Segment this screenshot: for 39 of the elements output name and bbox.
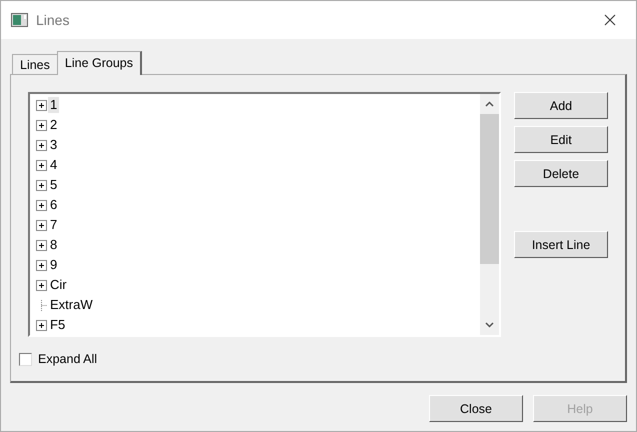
expand-icon[interactable] xyxy=(36,280,47,290)
tree-item[interactable]: 5 xyxy=(48,177,60,193)
expand-icon[interactable] xyxy=(36,160,47,170)
scroll-down-icon[interactable] xyxy=(485,322,494,328)
tree-item[interactable]: 1 xyxy=(48,97,60,113)
expand-icon[interactable] xyxy=(36,120,47,130)
tree-item[interactable]: F5 xyxy=(48,317,68,333)
expand-icon[interactable] xyxy=(36,200,47,210)
checkbox[interactable] xyxy=(19,352,32,366)
app-icon xyxy=(11,13,28,27)
checkbox-label: Expand All xyxy=(38,352,98,366)
close-icon[interactable] xyxy=(604,14,616,26)
expand-icon[interactable] xyxy=(36,100,47,110)
window-title: Lines xyxy=(36,12,70,28)
tab[interactable]: Lines xyxy=(12,54,58,74)
tree-item[interactable]: 4 xyxy=(48,157,60,173)
tree-item[interactable]: Cir xyxy=(48,277,69,293)
action-button[interactable]: Edit xyxy=(514,126,608,153)
tree-item[interactable]: 9 xyxy=(48,257,60,273)
expand-icon[interactable] xyxy=(36,140,47,150)
expand-icon[interactable] xyxy=(36,180,47,190)
expand-icon[interactable] xyxy=(36,220,47,230)
tree-item[interactable]: ExtraW xyxy=(48,297,95,313)
tree-item[interactable]: 3 xyxy=(48,137,60,153)
tree-item[interactable]: 7 xyxy=(48,217,60,233)
dialog-button[interactable]: Close xyxy=(429,395,523,422)
scroll-up-icon[interactable] xyxy=(485,101,494,107)
expand-icon[interactable] xyxy=(36,240,47,250)
expand-icon[interactable] xyxy=(36,260,47,270)
expand-icon[interactable] xyxy=(36,320,47,330)
action-button[interactable]: Add xyxy=(514,92,608,119)
tree-item[interactable]: 8 xyxy=(48,237,60,253)
tab[interactable]: Line Groups xyxy=(56,51,142,75)
scrollbar[interactable] xyxy=(480,94,499,335)
tree-item[interactable]: 6 xyxy=(48,197,60,213)
tree-item[interactable]: 2 xyxy=(48,117,60,133)
scroll-thumb[interactable] xyxy=(480,114,499,264)
action-button[interactable]: Delete xyxy=(514,160,608,187)
insert-line-button[interactable]: Insert Line xyxy=(514,231,608,258)
